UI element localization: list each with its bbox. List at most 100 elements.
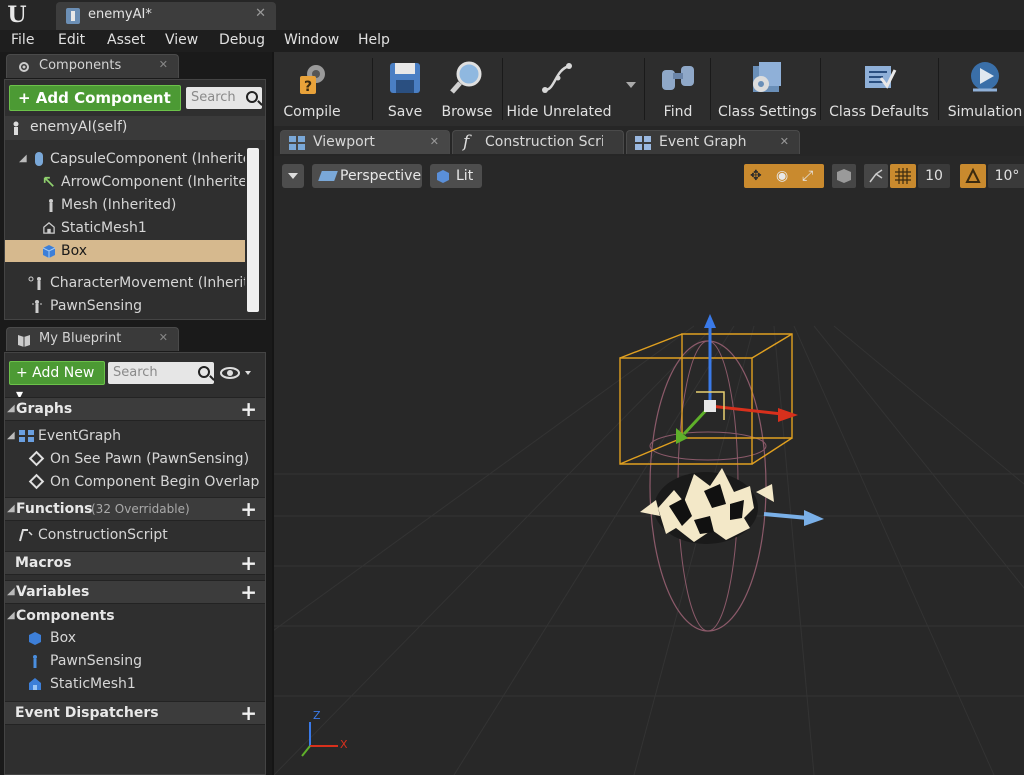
hide-unrelated-dropdown-icon[interactable] (626, 82, 636, 88)
tree-item-staticmesh[interactable]: StaticMesh1 (5, 217, 245, 239)
menu-edit[interactable]: Edit (58, 32, 85, 48)
menu-debug[interactable]: Debug (219, 32, 265, 48)
search-icon[interactable] (198, 366, 210, 378)
tree-item-pawnsensing[interactable]: PawnSensing (5, 295, 245, 317)
surface-snap-button[interactable] (864, 164, 888, 188)
viewport-grid (274, 314, 1024, 775)
compile-button[interactable]: ? Compile (278, 56, 346, 122)
tree-item-box[interactable]: Box (5, 240, 245, 262)
rotate-icon[interactable]: ◉ (776, 168, 788, 184)
tab-components[interactable]: Components ✕ (6, 54, 179, 78)
coordinate-space-button[interactable] (832, 164, 856, 188)
transform-mode-group[interactable]: ✥ ◉ ⤢ (744, 164, 824, 188)
arrow-component-gizmo (763, 510, 824, 526)
macros-section-header[interactable]: Macros + (5, 551, 265, 575)
translate-icon[interactable]: ✥ (750, 168, 762, 184)
class-defaults-button[interactable]: Class Defaults (828, 56, 930, 122)
components-search-input[interactable]: Search (186, 87, 262, 109)
browse-button[interactable]: Browse (436, 56, 498, 122)
grid-snap-value[interactable]: 10 (918, 164, 950, 188)
event-item-on-see-pawn[interactable]: On See Pawn (PawnSensing) (5, 448, 265, 470)
search-icon[interactable] (246, 91, 258, 103)
add-function-icon[interactable]: + (240, 498, 257, 520)
rotation-snap-value[interactable]: 10° (988, 164, 1024, 188)
variable-item-pawnsensing[interactable]: PawnSensing (5, 650, 265, 672)
event-dispatchers-section-header[interactable]: Event Dispatchers + (5, 701, 265, 725)
class-settings-icon (753, 62, 781, 92)
unreal-logo-icon[interactable]: U (4, 2, 30, 28)
expand-arrow-icon[interactable]: ◢ (19, 148, 27, 170)
tab-my-blueprint-label: My Blueprint (39, 331, 122, 346)
simulation-play-icon (971, 62, 999, 92)
tree-item-capsule[interactable]: ◢ CapsuleComponent (Inherited) (5, 148, 245, 170)
add-variable-icon[interactable]: + (240, 581, 257, 603)
event-graph-item[interactable]: ◢ EventGraph (5, 425, 265, 447)
add-new-button[interactable]: + Add New ▾ (9, 361, 105, 403)
toolbar: ? Compile Save Browse Hide Unrelated Fin… (274, 52, 1024, 126)
expand-arrow-icon[interactable]: ◢ (7, 425, 15, 447)
grid-icon (895, 168, 911, 184)
add-dispatcher-icon[interactable]: + (240, 702, 257, 724)
add-component-button[interactable]: + Add Component ▾ (9, 85, 181, 131)
world-cube-icon (837, 169, 851, 183)
add-graph-icon[interactable]: + (240, 398, 257, 420)
axis-indicator (301, 722, 338, 757)
component-self-row[interactable]: enemyAI(self) (5, 116, 265, 140)
save-button[interactable]: Save (378, 56, 432, 122)
expand-arrow-icon[interactable]: ◢ (7, 498, 15, 520)
tree-item-charactermovement[interactable]: CharacterMovement (Inherited) (5, 272, 245, 294)
toolbar-separator (710, 58, 711, 120)
add-macro-icon[interactable]: + (240, 552, 257, 574)
tree-item-mesh[interactable]: Mesh (Inherited) (5, 194, 245, 216)
tab-construction-script[interactable]: f Construction Scrip (452, 130, 624, 154)
menu-window[interactable]: Window (284, 32, 339, 48)
viewport-options-dropdown[interactable] (282, 164, 304, 188)
expand-arrow-icon[interactable]: ◢ (7, 605, 15, 627)
lit-button[interactable]: Lit (430, 164, 482, 188)
expand-arrow-icon[interactable]: ◢ (7, 581, 15, 603)
components-scrollbar[interactable] (247, 148, 259, 312)
menu-asset[interactable]: Asset (107, 32, 145, 48)
rotation-snap-toggle[interactable] (960, 164, 986, 188)
grid-snap-toggle[interactable] (890, 164, 916, 188)
blueprint-icon (66, 8, 80, 24)
event-item-on-begin-overlap[interactable]: On Component Begin Overlap ( (5, 471, 265, 493)
variables-section-header[interactable]: ◢ Variables + (5, 580, 265, 604)
tab-viewport[interactable]: Viewport ✕ (280, 130, 450, 154)
menu-view[interactable]: View (165, 32, 198, 48)
close-icon[interactable]: ✕ (159, 58, 168, 71)
document-tab[interactable]: enemyAI* ✕ (56, 2, 276, 30)
construction-script-item[interactable]: ConstructionScript (5, 524, 265, 546)
menu-help[interactable]: Help (358, 32, 390, 48)
functions-section-header[interactable]: ◢ Functions (32 Overridable) + (5, 497, 265, 521)
close-icon[interactable]: ✕ (430, 135, 439, 148)
perspective-button[interactable]: Perspective (312, 164, 422, 188)
self-label: enemyAI(self) (30, 119, 128, 135)
tab-my-blueprint[interactable]: My Blueprint ✕ (6, 327, 179, 351)
expand-arrow-icon[interactable]: ◢ (7, 398, 15, 420)
menu-file[interactable]: File (11, 32, 34, 48)
tree-item-arrow[interactable]: ArrowComponent (Inherited) (5, 171, 245, 193)
class-settings-button[interactable]: Class Settings (718, 56, 817, 122)
hide-unrelated-button[interactable]: Hide Unrelated (506, 56, 612, 122)
components-icon (19, 62, 29, 72)
close-icon[interactable]: ✕ (780, 135, 789, 148)
scale-icon[interactable]: ⤢ (802, 168, 813, 184)
character-mesh[interactable] (640, 468, 774, 544)
find-button[interactable]: Find (648, 56, 708, 122)
close-icon[interactable]: ✕ (255, 6, 266, 21)
class-defaults-icon (865, 66, 897, 89)
blueprint-search-input[interactable]: Search (108, 362, 214, 384)
tab-event-graph[interactable]: Event Graph ✕ (626, 130, 800, 154)
variable-item-box[interactable]: Box (5, 627, 265, 649)
box-icon (42, 245, 56, 258)
graphs-section-header[interactable]: ◢ Graphs + (5, 397, 265, 421)
toolbar-separator (938, 58, 939, 120)
components-category[interactable]: ◢ Components (5, 605, 265, 627)
view-options-eye-icon[interactable] (220, 365, 256, 381)
viewport[interactable]: X Z Perspective Lit ✥ ◉ ⤢ 10 10° (274, 156, 1024, 775)
close-icon[interactable]: ✕ (159, 331, 168, 344)
variable-item-staticmesh[interactable]: StaticMesh1 (5, 673, 265, 695)
my-blueprint-panel: + Add New ▾ Search ◢ Graphs + ◢ EventGra… (4, 352, 266, 775)
simulation-button[interactable]: Simulation (946, 56, 1024, 122)
